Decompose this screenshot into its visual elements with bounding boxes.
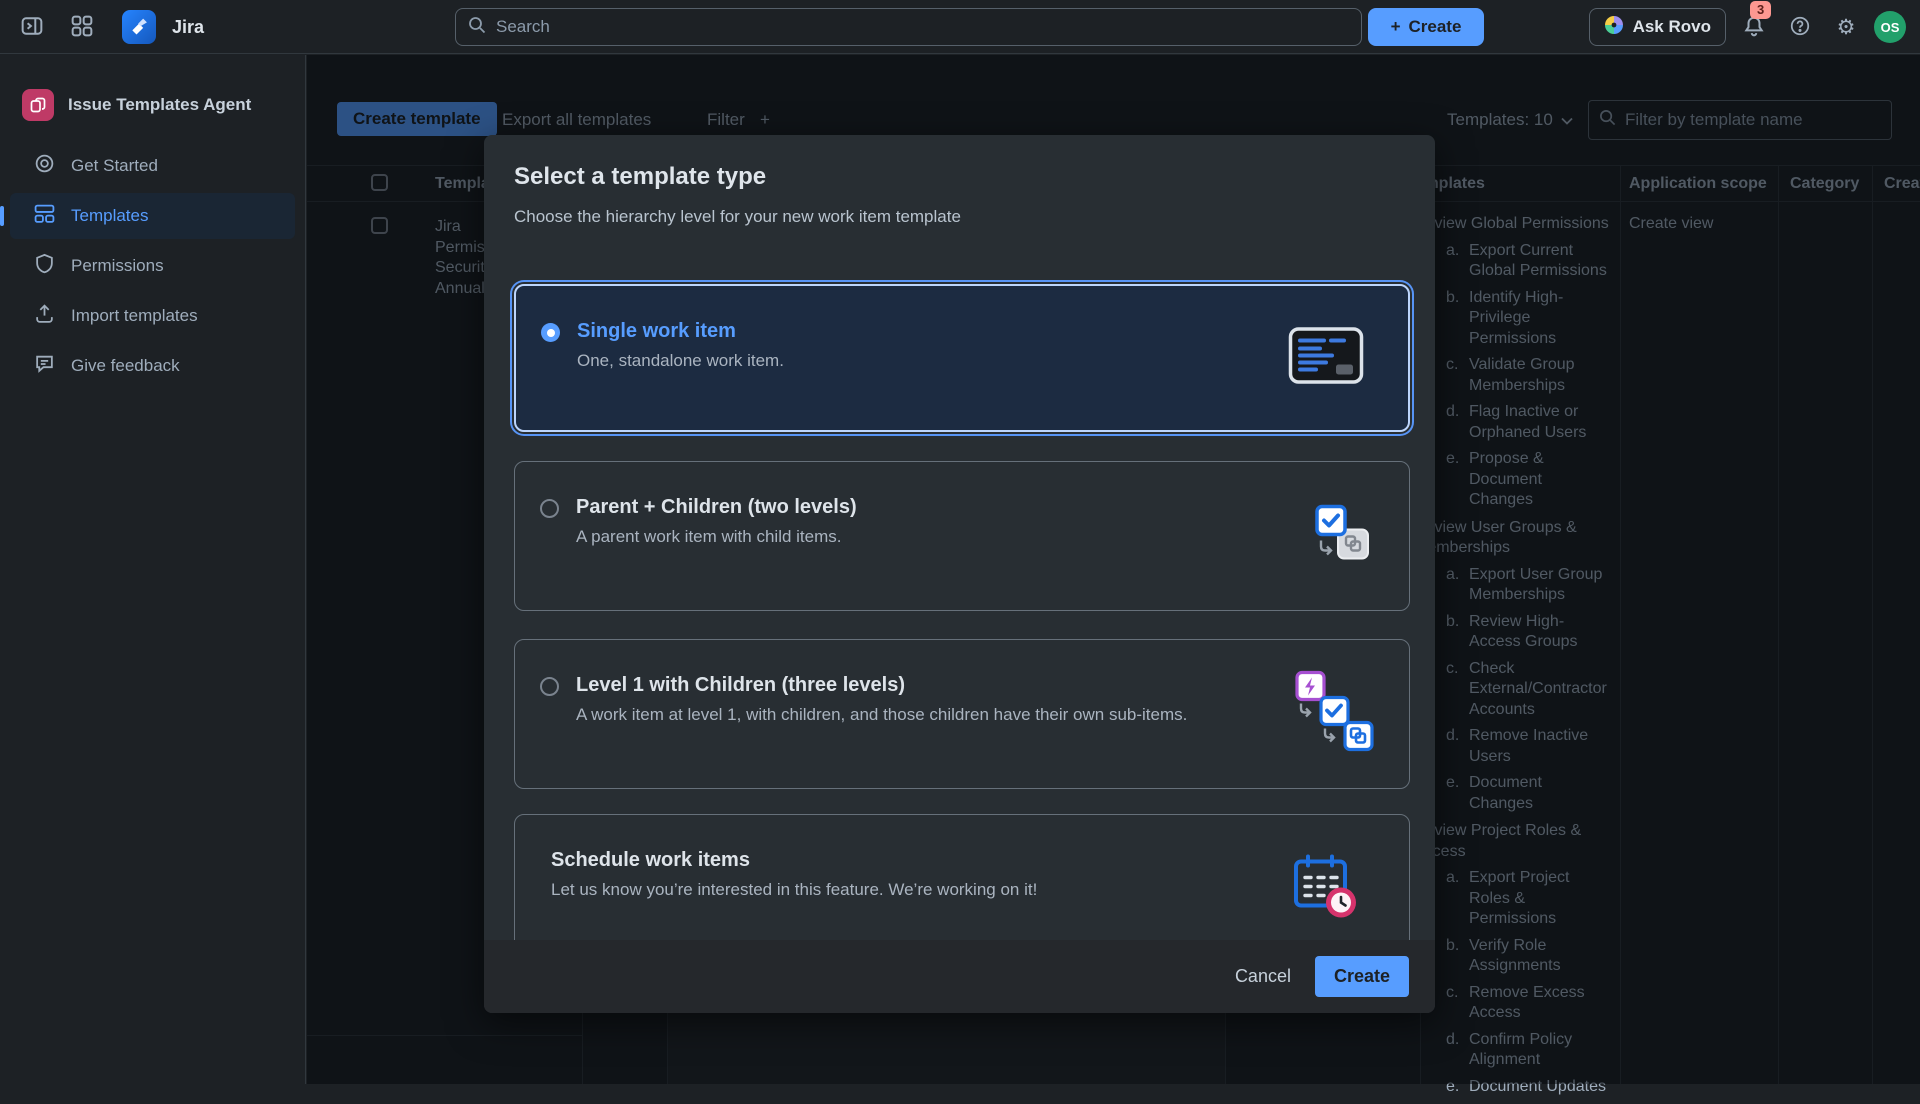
sidebar-item-get-started[interactable]: Get Started [10, 143, 295, 189]
three-level-hierarchy-icon [1289, 671, 1381, 758]
settings-button[interactable]: ⚙ [1828, 9, 1864, 45]
collapse-sidebar-icon [21, 15, 43, 40]
create-button[interactable]: + Create [1368, 8, 1484, 46]
plus-icon: + [1391, 17, 1401, 37]
help-icon [1789, 15, 1811, 40]
option-level1-with-children[interactable]: Level 1 with Children (three levels) A w… [514, 639, 1410, 789]
cancel-button[interactable]: Cancel [1221, 956, 1305, 997]
option-title: Parent + Children (two levels) [576, 496, 857, 519]
app-switcher-button[interactable] [64, 9, 100, 45]
two-level-hierarchy-icon [1311, 505, 1373, 568]
help-button[interactable] [1782, 9, 1818, 45]
sidebar-item-import-templates[interactable]: Import templates [10, 293, 295, 339]
teaser-title: Schedule work items [551, 849, 1037, 872]
shield-icon [34, 253, 55, 279]
search-icon [468, 16, 486, 39]
notification-badge: 3 [1750, 1, 1771, 19]
single-work-item-icon [1288, 327, 1364, 390]
select-template-type-dialog: Select a template type Choose the hierar… [484, 135, 1435, 1013]
create-confirm-button[interactable]: Create [1315, 956, 1409, 997]
option-parent-children[interactable]: Parent + Children (two levels) A parent … [514, 461, 1410, 611]
option-single-work-item[interactable]: Single work item One, standalone work it… [514, 284, 1410, 432]
topbar: Jira + Create Ask Rovo [0, 0, 1920, 54]
ask-rovo-button[interactable]: Ask Rovo [1589, 8, 1726, 46]
option-title: Single work item [577, 320, 784, 343]
dialog-title: Select a template type [514, 163, 766, 191]
global-search[interactable] [455, 8, 1362, 46]
avatar[interactable]: OS [1874, 11, 1906, 43]
feedback-bubble-icon [34, 353, 55, 379]
app-name: Jira [172, 17, 204, 38]
option-schedule-work-items[interactable]: Schedule work items Let us know you’re i… [514, 814, 1410, 940]
radio-unselected[interactable] [540, 499, 559, 518]
rovo-icon [1604, 15, 1624, 40]
dialog-body: Single work item One, standalone work it… [484, 249, 1435, 940]
sidebar-item-permissions[interactable]: Permissions [10, 243, 295, 289]
sidebar: Issue Templates Agent Get Started Templa… [0, 55, 306, 1084]
agent-header: Issue Templates Agent [0, 55, 305, 121]
collapse-sidebar-button[interactable] [14, 9, 50, 45]
dialog-subtitle: Choose the hierarchy level for your new … [514, 207, 961, 227]
sidebar-item-give-feedback[interactable]: Give feedback [10, 343, 295, 389]
option-description: One, standalone work item. [577, 351, 784, 371]
option-description: A parent work item with child items. [576, 527, 857, 547]
agent-title: Issue Templates Agent [68, 95, 251, 115]
templates-icon [34, 203, 55, 229]
radio-selected[interactable] [541, 323, 560, 342]
app-switcher-icon [71, 15, 93, 40]
option-description: A work item at level 1, with children, a… [576, 705, 1187, 725]
issue-templates-agent-icon [22, 89, 54, 121]
sidebar-item-templates[interactable]: Templates [10, 193, 295, 239]
search-input[interactable] [496, 17, 1349, 37]
option-title: Level 1 with Children (three levels) [576, 674, 1187, 697]
jira-logo-icon[interactable] [122, 10, 156, 44]
dialog-footer: Cancel Create [484, 940, 1435, 1013]
calendar-clock-icon [1291, 853, 1359, 926]
radio-unselected[interactable] [540, 677, 559, 696]
gear-icon: ⚙ [1837, 17, 1856, 38]
teaser-description: Let us know you’re interested in this fe… [551, 880, 1037, 900]
upload-icon [34, 303, 55, 329]
lifebuoy-icon [34, 153, 55, 179]
